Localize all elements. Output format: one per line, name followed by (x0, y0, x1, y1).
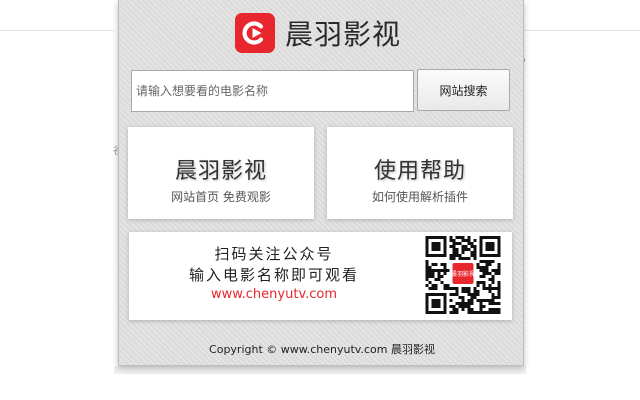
qr-badge-label: 晨羽影视 (451, 270, 475, 278)
help-card-title: 使用帮助 (373, 159, 466, 184)
movie-search-input[interactable] (131, 70, 414, 112)
help-card[interactable]: 使用帮助 如何使用解析插件 (327, 127, 513, 219)
home-card-subtitle: 网站首页 免费观影 (171, 190, 271, 204)
background-divider (524, 30, 640, 31)
popup-shadow (114, 366, 526, 374)
wechat-qr-card: 扫码关注公众号 输入电影名称即可观看 www.chenyutv.com 晨羽影视 (129, 232, 512, 320)
site-search-button[interactable]: 网站搜索 (417, 69, 510, 111)
home-card[interactable]: 晨羽影视 网站首页 免费观影 (128, 127, 314, 219)
home-card-title: 晨羽影视 (174, 159, 267, 184)
background-divider (0, 30, 114, 31)
help-card-subtitle: 如何使用解析插件 (371, 190, 468, 204)
brand-name: 晨羽影视 (285, 18, 402, 51)
site-url-link[interactable]: www.chenyutv.com (129, 286, 419, 304)
brand-header[interactable]: 晨羽影视 (235, 12, 401, 54)
copyright-footer: Copyright © www.chenyutv.com 晨羽影视 (209, 343, 435, 356)
qr-instruction-line2: 输入电影名称即可观看 (188, 266, 359, 284)
extension-popup: 晨羽影视 网站搜索 晨羽影视 网站首页 免费观影 使用帮助 如何使用解析插件 扫… (118, 0, 524, 366)
qr-instruction-line1: 扫码关注公众号 (214, 245, 334, 263)
qr-card-text: 扫码关注公众号 输入电影名称即可观看 www.chenyutv.com (129, 244, 419, 304)
qr-code-icon: 晨羽影视 (425, 236, 501, 314)
play-logo-icon (235, 13, 275, 53)
